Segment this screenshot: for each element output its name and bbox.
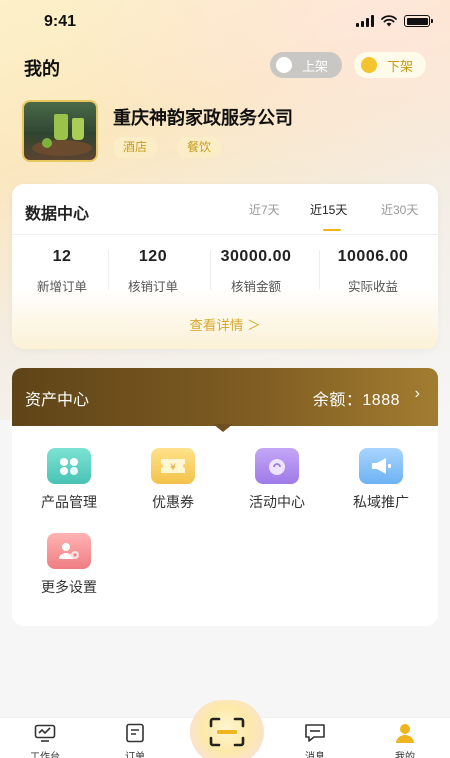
page-title: 我的 (24, 59, 60, 79)
nav-label: 我的 (395, 752, 415, 758)
status-icons (356, 15, 433, 27)
megaphone-icon (359, 448, 403, 484)
asset-balance: 余额：1888 (312, 392, 400, 409)
battery-icon (404, 15, 433, 27)
toggle-knob-icon (361, 57, 377, 73)
data-center-title: 数据中心 (25, 206, 90, 223)
company-name: 重庆神韵家政服务公司 (113, 108, 293, 128)
list-on-toggle[interactable]: 上架 (270, 52, 342, 78)
workbench-icon (15, 722, 75, 744)
menu-item-activity-center[interactable]: 活动中心 (227, 448, 327, 512)
tab-15-days[interactable]: 近15天 (310, 201, 347, 218)
asset-bar-pointer (213, 424, 233, 432)
stat-new-orders[interactable]: 12 新增订单 (12, 248, 112, 295)
stat-label: 新增订单 (36, 280, 87, 294)
company-tag: 酒店 (113, 137, 158, 158)
tab-30-days[interactable]: 近30天 (381, 201, 418, 218)
nav-item-orders[interactable]: 订单 (105, 722, 165, 758)
feature-menu-card: 产品管理 ¥ 优惠券 活动中心 私域推广 更多设置 (12, 426, 438, 626)
stat-verified-orders[interactable]: 120 核销订单 (103, 248, 203, 295)
toggle-knob-icon (276, 57, 292, 73)
company-avatar[interactable] (22, 100, 98, 162)
nav-item-messages[interactable]: 消息 (285, 722, 345, 758)
view-details-link[interactable]: 查看详情 ＞ (12, 314, 438, 334)
scan-icon (209, 717, 245, 747)
stat-label: 实际收益 (347, 280, 398, 294)
nav-item-profile[interactable]: 我的 (375, 722, 435, 758)
stat-value: 30000.00 (220, 248, 292, 265)
status-time: 9:41 (44, 13, 77, 30)
asset-center-title: 资产中心 (25, 392, 90, 409)
list-on-label: 上架 (302, 58, 329, 74)
stat-actual-revenue[interactable]: 10006.00 实际收益 (323, 248, 423, 295)
nav-label: 消息 (305, 752, 325, 758)
menu-label: 活动中心 (249, 494, 305, 510)
menu-label: 产品管理 (41, 494, 97, 510)
company-tag: 餐饮 (177, 137, 222, 158)
list-off-toggle[interactable]: 下架 (354, 52, 426, 78)
activity-icon (255, 448, 299, 484)
divider (12, 234, 438, 235)
menu-item-private-promotion[interactable]: 私域推广 (331, 448, 431, 512)
nav-label: 订单 (125, 752, 145, 758)
nav-item-workbench[interactable]: 工作台 (15, 722, 75, 758)
stat-value: 10006.00 (337, 248, 409, 265)
asset-center-bar[interactable]: 资产中心 余额：1888 › (12, 368, 438, 426)
menu-item-product-management[interactable]: 产品管理 (19, 448, 119, 512)
stat-verified-amount[interactable]: 30000.00 核销金额 (206, 248, 306, 295)
tab-7-days[interactable]: 近7天 (249, 201, 280, 218)
nav-label: 工作台 (30, 752, 60, 758)
svg-text:¥: ¥ (170, 463, 176, 473)
active-tab-indicator (323, 229, 341, 231)
product-grid-icon (47, 448, 91, 484)
message-icon (285, 722, 345, 744)
signal-icon (356, 15, 374, 27)
menu-label: 更多设置 (41, 579, 97, 595)
stat-label: 核销订单 (127, 280, 178, 294)
menu-item-coupons[interactable]: ¥ 优惠券 (123, 448, 223, 512)
user-settings-icon (47, 533, 91, 569)
list-off-label: 下架 (387, 58, 414, 74)
profile-icon (375, 722, 435, 744)
stat-label: 核销金额 (230, 280, 281, 294)
order-icon (105, 722, 165, 744)
coupon-icon: ¥ (151, 448, 195, 484)
chevron-right-icon: › (414, 385, 420, 402)
stat-divider (319, 250, 320, 290)
stat-value: 12 (52, 248, 72, 265)
menu-label: 优惠券 (152, 494, 194, 510)
status-bar: 9:41 (0, 0, 450, 44)
menu-label: 私域推广 (353, 494, 409, 510)
scan-button[interactable] (190, 700, 264, 758)
data-center-card: 数据中心 近7天 近15天 近30天 12 新增订单 120 核销订单 3000… (12, 184, 438, 349)
wifi-icon (381, 15, 397, 27)
stat-value: 120 (138, 248, 168, 265)
menu-item-more-settings[interactable]: 更多设置 (19, 533, 119, 597)
